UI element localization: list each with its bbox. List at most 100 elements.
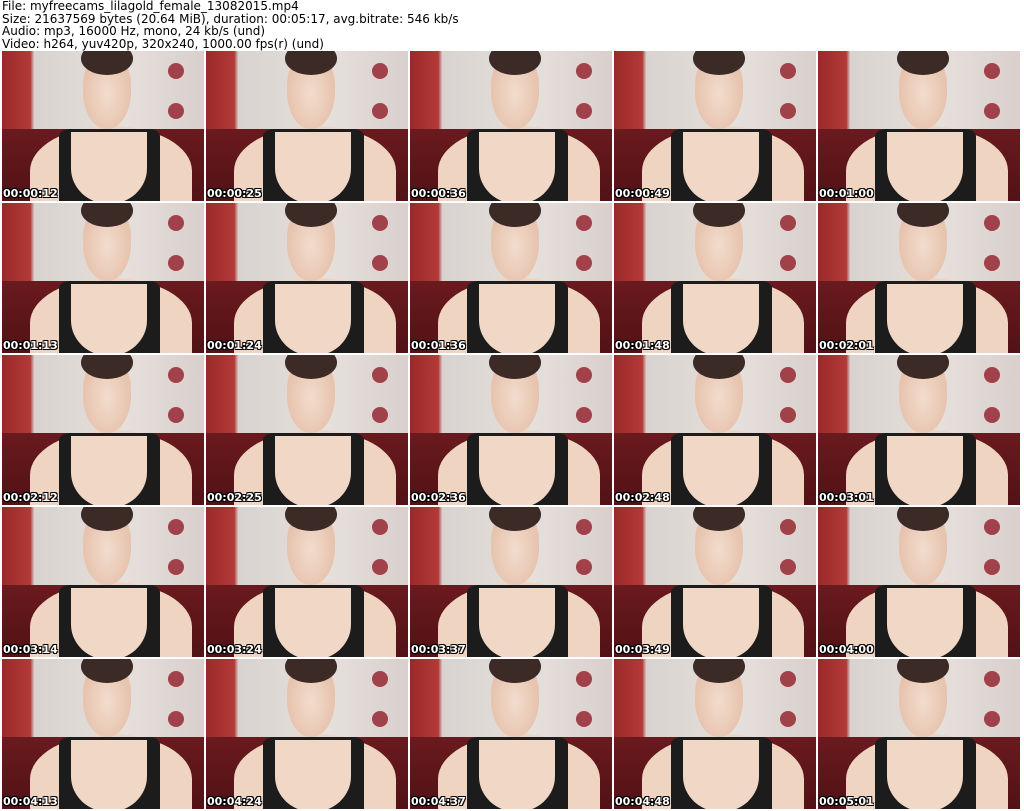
video-thumbnail[interactable]: 00:04:00 [818,507,1020,657]
timestamp: 00:04:48 [615,795,670,808]
thumbnail-neckline [886,588,964,657]
video-thumbnail[interactable]: 00:02:48 [614,355,816,505]
timestamp: 00:02:25 [207,491,262,504]
wallpaper-flower [371,367,388,383]
wallpaper-flower [167,367,184,383]
wallpaper-flower [575,367,592,383]
video-info: Video: h264, yuv420p, 320x240, 1000.00 f… [2,36,324,51]
thumbnail-neckline [70,132,148,201]
timestamp: 00:05:01 [819,795,874,808]
audio-info: Audio: mp3, 16000 Hz, mono, 24 kb/s (und… [2,24,266,38]
thumbnail-neckline [478,284,556,353]
video-thumbnail[interactable]: 00:00:25 [206,51,408,201]
timestamp: 00:02:01 [819,339,874,352]
timestamp: 00:02:48 [615,491,670,504]
wallpaper-flower [371,215,388,231]
wallpaper-flower [167,215,184,231]
video-thumbnail[interactable]: 00:05:01 [818,659,1020,809]
video-thumbnail[interactable]: 00:03:14 [2,507,204,657]
video-thumbnail[interactable]: 00:02:36 [410,355,612,505]
timestamp: 00:01:13 [3,339,58,352]
wallpaper-flower [371,671,388,687]
video-thumbnail[interactable]: 00:02:25 [206,355,408,505]
video-thumbnail[interactable]: 00:00:12 [2,51,204,201]
video-thumbnail[interactable]: 00:02:01 [818,203,1020,353]
wallpaper-flower [167,63,184,79]
timestamp: 00:04:37 [411,795,466,808]
video-thumbnail[interactable]: 00:03:49 [614,507,816,657]
file-name: File: myfreecams_lilagold_female_1308201… [2,0,299,13]
timestamp: 00:04:24 [207,795,262,808]
wallpaper-flower [983,671,1000,687]
thumbnail-neckline [682,284,760,353]
timestamp: 00:02:36 [411,491,466,504]
thumbnail-neckline [478,740,556,809]
video-thumbnail[interactable]: 00:01:13 [2,203,204,353]
wallpaper-flower [575,671,592,687]
video-thumbnail[interactable]: 00:04:37 [410,659,612,809]
thumbnail-neckline [70,740,148,809]
thumbnail-neckline [886,284,964,353]
wallpaper-flower [779,215,796,231]
thumbnail-neckline [478,588,556,657]
wallpaper-flower [779,367,796,383]
timestamp: 00:03:49 [615,643,670,656]
wallpaper-flower [167,519,184,535]
thumbnail-neckline [886,132,964,201]
wallpaper-flower [779,519,796,535]
timestamp: 00:00:36 [411,187,466,200]
video-thumbnail[interactable]: 00:03:37 [410,507,612,657]
video-thumbnail[interactable]: 00:03:01 [818,355,1020,505]
video-thumbnail[interactable]: 00:01:36 [410,203,612,353]
video-thumbnail[interactable]: 00:02:12 [2,355,204,505]
video-thumbnail[interactable]: 00:01:00 [818,51,1020,201]
timestamp: 00:00:49 [615,187,670,200]
timestamp: 00:04:00 [819,643,874,656]
video-thumbnail[interactable]: 00:04:24 [206,659,408,809]
timestamp: 00:01:24 [207,339,262,352]
timestamp: 00:03:01 [819,491,874,504]
timestamp: 00:04:13 [3,795,58,808]
timestamp: 00:03:24 [207,643,262,656]
video-thumbnail[interactable]: 00:00:36 [410,51,612,201]
wallpaper-flower [371,519,388,535]
video-thumbnail[interactable]: 00:01:24 [206,203,408,353]
wallpaper-flower [983,519,1000,535]
timestamp: 00:01:48 [615,339,670,352]
thumbnail-neckline [682,132,760,201]
wallpaper-flower [983,367,1000,383]
wallpaper-flower [779,671,796,687]
wallpaper-flower [575,63,592,79]
timestamp: 00:03:14 [3,643,58,656]
wallpaper-flower [779,63,796,79]
thumbnail-neckline [274,436,352,505]
wallpaper-flower [983,215,1000,231]
thumbnail-grid: 00:00:12 00:00:25 00:00:36 00:00:49 00:01:00… [2,51,1020,809]
timestamp: 00:01:00 [819,187,874,200]
thumbnail-neckline [886,436,964,505]
wallpaper-flower [575,519,592,535]
thumbnail-neckline [886,740,964,809]
timestamp: 00:00:12 [3,187,58,200]
wallpaper-flower [371,63,388,79]
timestamp: 00:00:25 [207,187,262,200]
video-thumbnail[interactable]: 00:00:49 [614,51,816,201]
thumbnail-neckline [70,588,148,657]
thumbnail-neckline [274,132,352,201]
timestamp: 00:02:12 [3,491,58,504]
thumbnail-neckline [274,740,352,809]
thumbnail-neckline [682,740,760,809]
timestamp: 00:01:36 [411,339,466,352]
video-thumbnail[interactable]: 00:04:13 [2,659,204,809]
thumbnail-neckline [274,284,352,353]
video-thumbnail[interactable]: 00:03:24 [206,507,408,657]
timestamp: 00:03:37 [411,643,466,656]
wallpaper-flower [575,215,592,231]
wallpaper-flower [167,671,184,687]
video-thumbnail[interactable]: 00:01:48 [614,203,816,353]
video-thumbnail[interactable]: 00:04:48 [614,659,816,809]
thumbnail-neckline [478,436,556,505]
thumbnail-neckline [682,588,760,657]
wallpaper-flower [983,63,1000,79]
thumbnail-neckline [682,436,760,505]
